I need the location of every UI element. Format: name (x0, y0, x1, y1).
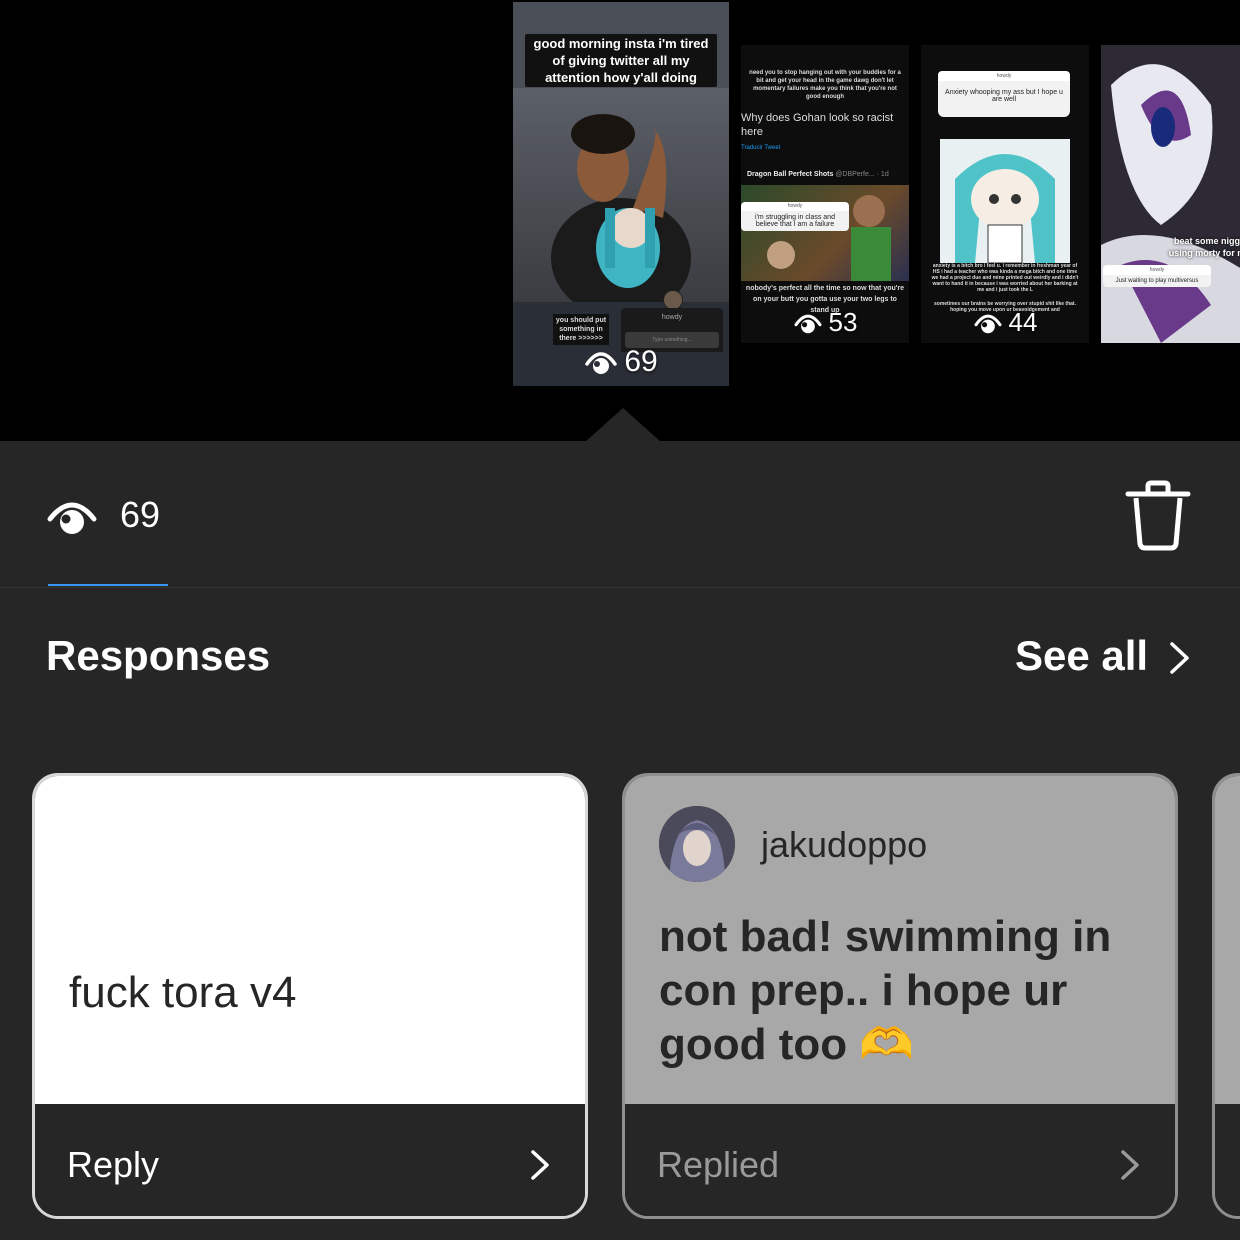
story-image (1101, 45, 1240, 343)
eye-icon (974, 314, 1002, 333)
story-sticker: you should put something in there >>>>>> (553, 314, 609, 345)
story-views: 53 (741, 307, 909, 338)
story-image (940, 139, 1070, 264)
replied-label: Replied (657, 1144, 780, 1185)
story-avatar (663, 290, 683, 310)
viewers-tab-indicator (48, 584, 168, 586)
replied-button[interactable]: Replied (625, 1104, 1175, 1216)
story-thumbnail-2[interactable]: need you to stop hanging out with your b… (741, 45, 909, 343)
tweet-image (741, 185, 909, 281)
response-card[interactable]: fuck tora v4 Reply (32, 773, 588, 1219)
eye-icon (794, 314, 822, 333)
stats-bar (0, 441, 1240, 588)
response-message: fuck tora v4 (69, 968, 297, 1017)
eye-icon[interactable] (46, 497, 98, 537)
avatar[interactable] (659, 806, 735, 882)
trash-icon[interactable] (1124, 480, 1192, 552)
story-thumbnail-3[interactable]: howdy Anxiety whooping my ass but I hope… (921, 45, 1089, 343)
reply-button[interactable]: Reply (35, 1104, 585, 1216)
story-thumbnail-active[interactable]: good morning insta i'm tired of giving t… (513, 2, 729, 386)
view-count[interactable]: 69 (120, 494, 160, 536)
chevron-right-icon[interactable] (1168, 640, 1192, 676)
chevron-right-icon (1121, 1150, 1139, 1180)
tweet-text: Why does Gohan look so racist here (741, 112, 894, 138)
response-username[interactable]: jakudoppo (761, 824, 927, 866)
response-message: not bad! swimming in con prep.. i hope u… (659, 912, 1112, 1069)
story-views: 69 (513, 345, 729, 379)
see-all-button[interactable]: See all (1015, 632, 1148, 680)
response-card[interactable]: jakudoppo not bad! swimming in con prep.… (622, 773, 1178, 1219)
reply-label: Reply (67, 1144, 160, 1185)
response-card-partial[interactable] (1212, 773, 1240, 1219)
story-views: 44 (921, 307, 1089, 338)
chevron-right-icon (531, 1150, 549, 1180)
story-thumbnail-4[interactable]: beat some nigg using morty for m howdy J… (1101, 45, 1240, 343)
story-caption: good morning insta i'm tired of giving t… (525, 34, 717, 87)
tweet-account: Dragon Ball Perfect Shots @DBPerfe... · … (747, 171, 889, 178)
question-sticker-title: howdy (621, 308, 723, 328)
story-photo (513, 88, 729, 318)
story-strip: good morning insta i'm tired of giving t… (0, 0, 1240, 441)
responses-heading: Responses (46, 632, 271, 679)
eye-icon (585, 352, 618, 374)
selection-pointer (585, 408, 661, 441)
